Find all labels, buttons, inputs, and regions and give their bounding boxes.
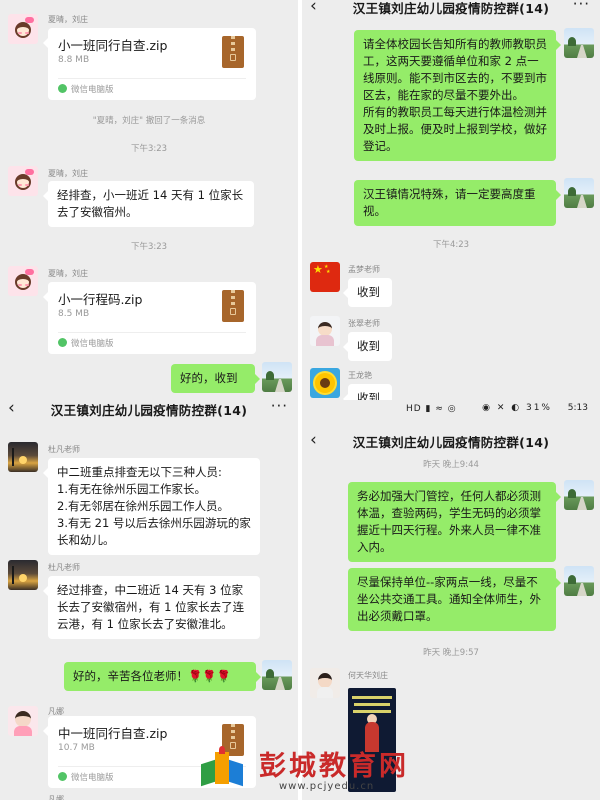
chat-header: ‹ 汉王镇刘庄幼儿园疫情防控群(14) ··· (302, 0, 600, 20)
notice-bubble[interactable]: 汉王镇情况特殊，请一定要高度重视。 (354, 180, 561, 226)
sender-name: 夏晴，刘庄 (48, 269, 88, 278)
chat-panel-top-left: 夏晴，刘庄 小一班同行自查.zip 8.8 MB 微信电脑版 "夏晴，刘庄" 撤… (0, 0, 298, 400)
pengcheng-logo-icon (201, 746, 253, 788)
timestamp: 下午4:23 (432, 240, 470, 250)
avatar-principal[interactable] (564, 480, 594, 510)
notice-text: 请全体校园长告知所有的教师教职员工，这两天要遵循单位和家 2 点一线原则。能不到… (363, 37, 547, 153)
file-name: 小一班同行自查.zip (58, 38, 168, 53)
clock: 5:13 (567, 403, 588, 413)
notice-bubble[interactable]: 务必加强大门管控，任何人都必须测体温，查验两码，学生无码的必须掌握近十四天行程。… (348, 482, 561, 562)
avatar-wanglongyan[interactable] (310, 368, 340, 398)
file-name: 小一行程码.zip (58, 292, 143, 307)
file-source-label: 微信电脑版 (71, 339, 114, 349)
zip-file-icon (222, 36, 244, 68)
file-size: 10.7 MB (58, 743, 95, 753)
file-message-card[interactable]: 小一行程码.zip 8.5 MB 微信电脑版 (43, 282, 256, 354)
reply-bubble[interactable]: 收到 (343, 278, 392, 307)
message-bubble[interactable]: 经排查，小一班近 14 天有 1 位家长去了安徽宿州。 (43, 181, 254, 227)
sender-name: 张翠老师 (348, 319, 380, 328)
more-dots-icon[interactable]: ··· (573, 0, 590, 13)
file-name: 中一班同行自查.zip (58, 726, 168, 741)
timestamp: 昨天 晚上9:57 (423, 648, 479, 658)
file-source-label: 微信电脑版 (71, 85, 114, 95)
avatar-principal[interactable] (564, 178, 594, 208)
file-size: 8.5 MB (58, 309, 90, 319)
avatar-mengmeng[interactable]: ★ ★ ★ (310, 262, 340, 292)
recall-notice: "夏晴，刘庄" 撤回了一条消息 (92, 116, 206, 126)
reply-bubble[interactable]: 收到 (343, 384, 392, 400)
file-size: 8.8 MB (58, 55, 90, 65)
message-text: 中二班重点排查无以下三种人员: 1.有无在徐州乐园工作家长。 2.有无邻居在徐州… (57, 465, 251, 547)
wechat-pc-icon (58, 84, 67, 93)
message-bubble[interactable]: 中二班重点排查无以下三种人员: 1.有无在徐州乐园工作家长。 2.有无邻居在徐州… (43, 458, 260, 555)
battery-level: 31% (525, 403, 552, 413)
avatar-principal[interactable] (564, 28, 594, 58)
message-bubble[interactable]: 经过排查，中二班近 14 天有 3 位家长去了安徽宿州，有 1 位家长去了连云港… (43, 576, 260, 639)
sender-name: 杜凡老师 (48, 563, 80, 572)
avatar-fanna[interactable] (8, 706, 38, 736)
file-source-label: 微信电脑版 (71, 773, 114, 783)
timestamp: 下午3:23 (130, 144, 168, 154)
my-reply-bubble[interactable]: 好的，辛苦各位老师！🌹🌹🌹 (64, 662, 261, 691)
chat-panel-top-right: ‹ 汉王镇刘庄幼儿园疫情防控群(14) ··· 请全体校园长告知所有的教师教职员… (302, 0, 600, 400)
avatar-xiaqing[interactable] (8, 266, 38, 296)
avatar-self[interactable] (262, 362, 292, 392)
file-message-card[interactable]: 小一班同行自查.zip 8.8 MB 微信电脑版 (43, 28, 256, 100)
chat-header: ‹ 汉王镇刘庄幼儿园疫情防控群(14) (302, 428, 600, 454)
sender-name: 何天华刘庄 (348, 671, 388, 680)
watermark-brand: 彭城教育网 (259, 751, 409, 782)
status-icons: ◉ ✕ ◐ 31% (482, 403, 552, 413)
chat-header: ‹ 汉王镇刘庄幼儿园疫情防控群(14) ··· (0, 400, 298, 422)
sender-name: 孟梦老师 (348, 265, 380, 274)
avatar-hetianhua[interactable] (310, 668, 340, 698)
watermark-url: www.pcjyedu.cn (279, 781, 375, 792)
sender-name: 杜凡老师 (48, 445, 80, 454)
avatar-principal[interactable] (564, 566, 594, 596)
wechat-pc-icon (58, 338, 67, 347)
avatar-zhangcui[interactable] (310, 316, 340, 346)
timestamp: 下午3:23 (130, 242, 168, 252)
avatar-dufan[interactable] (8, 560, 38, 590)
chat-title: 汉王镇刘庄幼儿园疫情防控群(14) (50, 403, 248, 418)
status-bar: HD ▮ ≈ ◎ ◉ ✕ ◐ 31% 5:13 (302, 400, 600, 420)
avatar-xiaqing[interactable] (8, 166, 38, 196)
sender-name: 王龙艳 (348, 371, 372, 380)
notice-bubble[interactable]: 请全体校园长告知所有的教师教职员工，这两天要遵循单位和家 2 点一线原则。能不到… (354, 30, 561, 161)
card-divider (58, 78, 246, 79)
avatar-xiaqing[interactable] (8, 14, 38, 44)
site-watermark: 彭城教育网 www.pcjyedu.cn (195, 740, 445, 796)
chat-title: 汉王镇刘庄幼儿园疫情防控群(14) (352, 435, 550, 450)
chat-title: 汉王镇刘庄幼儿园疫情防控群(14) (352, 1, 550, 16)
avatar-dufan[interactable] (8, 442, 38, 472)
zip-file-icon (222, 290, 244, 322)
timestamp: 昨天 晚上9:44 (423, 460, 479, 470)
wechat-pc-icon (58, 772, 67, 781)
sender-name: 凡娜 (48, 795, 64, 800)
avatar-self[interactable] (262, 660, 292, 690)
reply-bubble[interactable]: 收到 (343, 332, 392, 361)
my-reply-bubble[interactable]: 好的，收到 (171, 364, 260, 393)
sender-name: 夏晴，刘庄 (48, 169, 88, 178)
card-divider (58, 332, 246, 333)
sender-name: 夏晴，刘庄 (48, 15, 88, 24)
signal-indicators: HD ▮ ≈ ◎ (406, 404, 457, 414)
more-dots-icon[interactable]: ··· (271, 400, 288, 415)
notice-bubble[interactable]: 尽量保持单位--家两点一线，尽量不坐公共交通工具。通知全体师生，外出必须戴口罩。 (348, 568, 561, 631)
